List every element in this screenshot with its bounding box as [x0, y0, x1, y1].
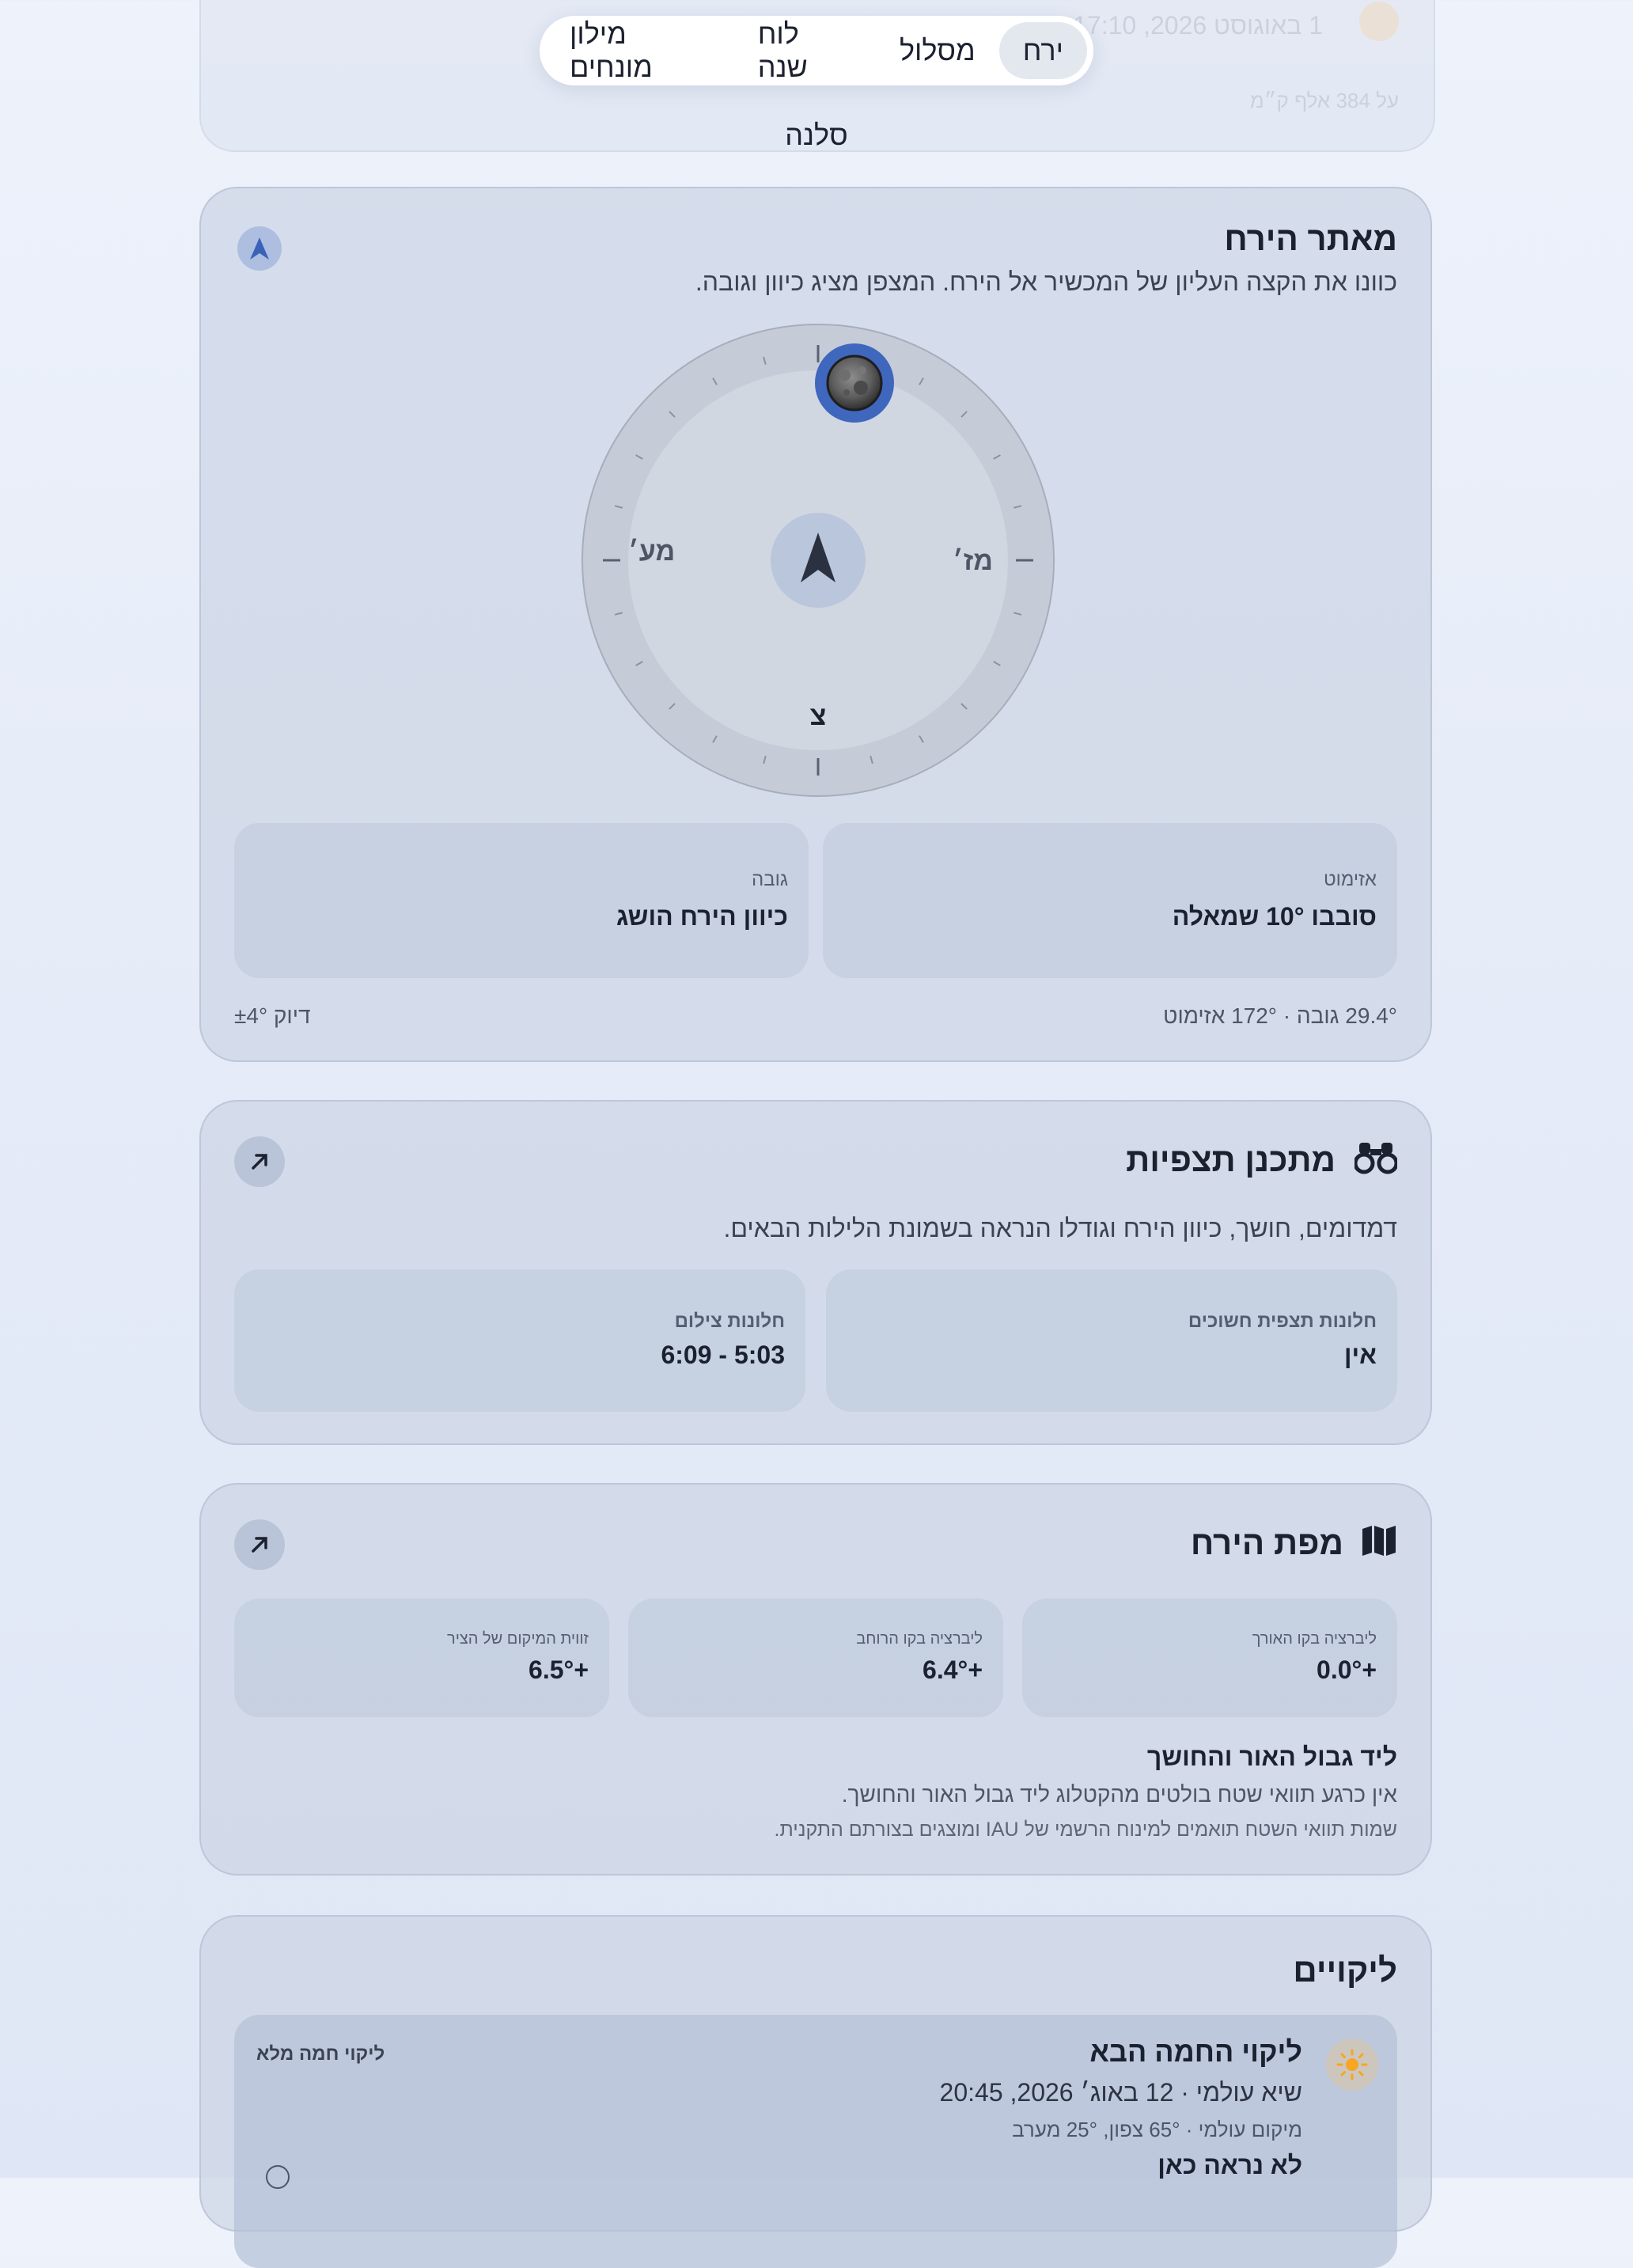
- terminator-text: אין כרגע תוואי שטח בולטים מהקטלוג ליד גב…: [841, 1782, 1397, 1807]
- sun-icon: [1326, 2039, 1378, 2091]
- accuracy-readout: דיוק ±4°: [234, 1003, 311, 1028]
- visibility-status: לא נראה כאן: [1157, 2151, 1302, 2179]
- moon-position-marker: [813, 342, 896, 424]
- latitude-libration-value: +6.4°: [923, 1655, 983, 1684]
- photo-windows-value: 5:03 - 6:09: [661, 1341, 785, 1369]
- moon-finder-card: מאתר הירח כוונו את הקצה העליון של המכשיר…: [199, 187, 1432, 1062]
- moon-finder-title: מאתר הירח: [1224, 220, 1397, 257]
- photo-windows-label: חלונות צילום: [674, 1310, 785, 1332]
- compass-west-label: מע׳: [628, 537, 676, 567]
- azimuth-value: סובבו 10° שמאלה: [1172, 902, 1377, 931]
- longitude-libration-label: ליברציה בקו האורך: [1252, 1630, 1377, 1648]
- moon-map-card: מפת הירח ליברציה בקו האורך +0.0° ליברציה…: [199, 1483, 1432, 1875]
- latitude-libration-tile: ליברציה בקו הרוחב +6.4°: [628, 1599, 1003, 1717]
- compass-east-label: מז׳: [953, 546, 993, 576]
- main-tab-bar: ירח מסלול לוח שנה מילון מונחים: [540, 16, 1093, 85]
- ghost-distance: על 384 אלף ק״מ: [1249, 89, 1399, 112]
- ghost-date: 1 באוגוסט 2026, 17:10: [1073, 11, 1323, 40]
- dark-windows-value: אין: [1343, 1341, 1377, 1369]
- tab-calendar[interactable]: לוח שנה: [734, 17, 876, 83]
- navigation-icon-button[interactable]: [237, 226, 282, 271]
- map-icon: [1361, 1524, 1397, 1561]
- info-icon[interactable]: [266, 2165, 290, 2189]
- next-eclipse-title: ליקוי החמה הבא: [1089, 2035, 1302, 2068]
- next-eclipse-peak: שיא עולמי · 12 באוג׳ 2026, 20:45: [939, 2078, 1302, 2107]
- next-solar-eclipse-tile[interactable]: ליקוי החמה הבא ליקוי חמה מלא שיא עולמי ·…: [234, 2015, 1397, 2268]
- compass-dial: צ מע׳ מז׳: [581, 323, 1055, 798]
- azimuth-label: אזימוט: [1324, 869, 1377, 890]
- next-eclipse-location: מיקום עולמי · 65° צפון, 25° מערב: [1012, 2118, 1302, 2141]
- position-angle-tile: זווית המיקום של הציר +6.5°: [234, 1599, 609, 1717]
- eclipses-card: ליקויים ליקוי החמה הבא ליקוי חמה מלא שיא…: [199, 1915, 1432, 2268]
- page-subtitle: סלנה: [785, 119, 848, 151]
- dark-windows-label: חלונות תצפית חשוכים: [1188, 1310, 1377, 1332]
- arrow-up-right-icon: [252, 1154, 267, 1170]
- latitude-libration-label: ליברציה בקו הרוחב: [856, 1630, 983, 1648]
- eclipses-title: ליקויים: [1293, 1951, 1397, 1989]
- planner-description: דמדומים, חושך, כיוון הירח וגודלו הנראה ב…: [723, 1214, 1397, 1242]
- longitude-libration-tile: ליברציה בקו האורך +0.0°: [1022, 1599, 1397, 1717]
- navigation-arrow-icon: [250, 237, 269, 260]
- tab-moon[interactable]: ירח: [998, 22, 1087, 79]
- open-moon-map-button[interactable]: [234, 1519, 285, 1570]
- terminator-note: שמות תוואי השטח תואמים למינוח הרשמי של I…: [774, 1819, 1397, 1841]
- sun-icon: [1359, 2, 1399, 41]
- terminator-title: ליד גבול האור והחושך: [1146, 1743, 1397, 1771]
- open-planner-button[interactable]: [234, 1136, 285, 1187]
- altitude-tile: גובה כיוון הירח הושג: [234, 823, 809, 978]
- altitude-value: כיוון הירח הושג: [616, 902, 788, 931]
- binoculars-icon: [1353, 1140, 1399, 1178]
- position-readout: 29.4° גובה · 172° אזימוט: [1163, 1003, 1397, 1028]
- moon-icon: [815, 343, 894, 423]
- eclipse-type-badge: ליקוי חמה מלא: [256, 2043, 385, 2065]
- planner-title: מתכנן תצפיות: [1126, 1141, 1336, 1178]
- tab-orbit[interactable]: מסלול: [876, 22, 999, 79]
- moon-map-title: מפת הירח: [1190, 1524, 1343, 1561]
- tab-glossary[interactable]: מילון מונחים: [546, 17, 734, 83]
- compass-north-label: צ: [809, 701, 827, 731]
- position-angle-value: +6.5°: [529, 1655, 589, 1684]
- moon-finder-description: כוונו את הקצה העליון של המכשיר אל הירח. …: [695, 267, 1397, 296]
- dark-windows-tile: חלונות תצפית חשוכים אין: [826, 1269, 1397, 1412]
- observation-planner-card: מתכנן תצפיות דמדומים, חושך, כיוון הירח ו…: [199, 1100, 1432, 1445]
- photo-windows-tile: חלונות צילום 5:03 - 6:09: [234, 1269, 805, 1412]
- altitude-label: גובה: [752, 869, 788, 890]
- longitude-libration-value: +0.0°: [1317, 1655, 1377, 1684]
- position-angle-label: זווית המיקום של הציר: [447, 1630, 589, 1648]
- azimuth-tile: אזימוט סובבו 10° שמאלה: [823, 823, 1397, 978]
- arrow-up-right-icon: [252, 1537, 267, 1553]
